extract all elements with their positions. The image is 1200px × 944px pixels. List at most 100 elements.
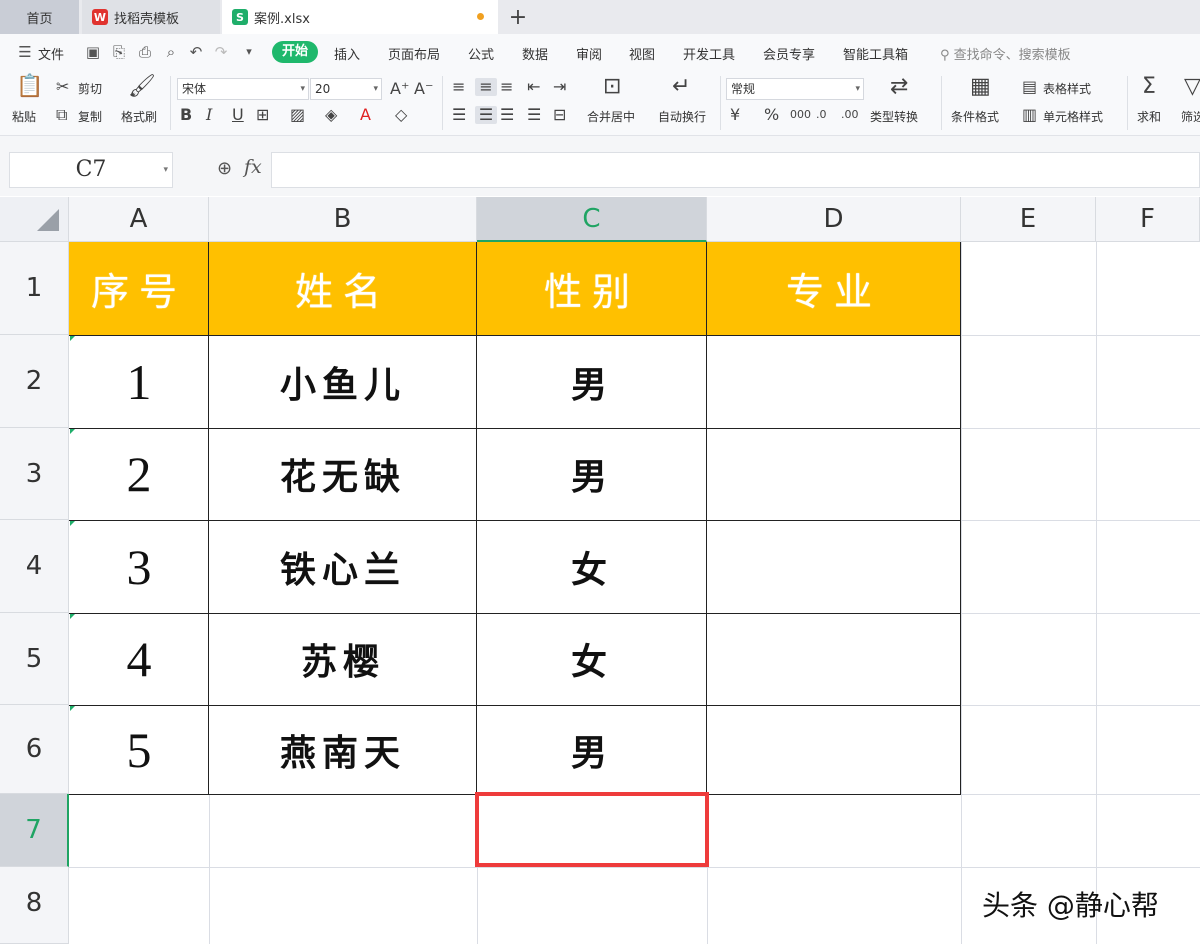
row-header-1[interactable]: 1 [0, 242, 69, 335]
column-header-b[interactable]: B [209, 197, 477, 242]
clear-format-icon[interactable]: ◇ [395, 106, 407, 124]
row-header-2[interactable]: 2 [0, 335, 69, 428]
fill-color-icon[interactable]: ◈ [325, 106, 337, 124]
cut-button[interactable]: 剪切 [78, 80, 102, 97]
menu-developer[interactable]: 开发工具 [683, 44, 735, 63]
font-size-select[interactable]: 20 ▾ [310, 78, 382, 100]
type-convert-button[interactable]: 类型转换 [870, 108, 918, 125]
increase-font-icon[interactable]: A⁺ [390, 80, 409, 98]
decrease-indent-icon[interactable]: ⇤ [527, 78, 540, 96]
type-convert-icon[interactable]: ⇄ [890, 74, 908, 99]
redo-icon[interactable]: ↷ [212, 43, 230, 61]
sum-icon[interactable]: Σ [1142, 74, 1156, 99]
cell-style-icon[interactable]: ▥ [1022, 106, 1037, 124]
cell-a1[interactable]: 序号 [69, 242, 209, 335]
paste-icon[interactable]: 📋 [16, 74, 43, 99]
justify-icon[interactable]: ☰ [527, 106, 541, 124]
cell-a4[interactable]: 3 [69, 520, 209, 613]
format-painter-button[interactable]: 格式刷 [121, 108, 157, 125]
formula-input[interactable] [271, 152, 1200, 188]
bold-button[interactable]: B [180, 106, 192, 124]
align-center-icon[interactable]: ☰ [475, 106, 497, 124]
cell-c4[interactable]: 女 [477, 520, 707, 613]
wrap-text-button[interactable]: 自动换行 [658, 108, 706, 125]
copy-button[interactable]: 复制 [78, 108, 102, 125]
column-header-d[interactable]: D [707, 197, 961, 242]
print-preview-icon[interactable]: ⌕ [162, 43, 180, 61]
cell-b6[interactable]: 燕南天 [209, 705, 477, 794]
cell-b4[interactable]: 铁心兰 [209, 520, 477, 613]
cell-c6[interactable]: 男 [477, 705, 707, 794]
increase-indent-icon[interactable]: ⇥ [553, 78, 566, 96]
number-format-select[interactable]: 常规 ▾ [726, 78, 864, 100]
cell-d6[interactable] [707, 705, 961, 794]
filter-icon[interactable]: ▽ [1184, 74, 1200, 99]
print-icon[interactable]: ⎙ [136, 43, 154, 61]
font-color-icon[interactable]: A [360, 106, 371, 124]
cell-c3[interactable]: 男 [477, 428, 707, 520]
font-name-select[interactable]: 宋体 ▾ [177, 78, 309, 100]
menu-smart-tools[interactable]: 智能工具箱 [843, 44, 908, 63]
align-bottom-icon[interactable]: ≡ [500, 78, 513, 96]
conditional-format-button[interactable]: 条件格式 [951, 108, 999, 125]
menu-member[interactable]: 会员专享 [763, 44, 815, 63]
cell-b3[interactable]: 花无缺 [209, 428, 477, 520]
menu-view[interactable]: 视图 [629, 44, 655, 63]
command-search[interactable]: ⚲ 查找命令、搜索模板 [940, 44, 1071, 63]
undo-icon[interactable]: ↶ [187, 43, 205, 61]
menu-formulas[interactable]: 公式 [468, 44, 494, 63]
format-painter-icon[interactable]: 🖌 [128, 74, 156, 99]
row-header-6[interactable]: 6 [0, 705, 69, 794]
column-header-a[interactable]: A [69, 197, 209, 242]
underline-button[interactable]: U [232, 106, 244, 124]
decrease-decimal-icon[interactable]: .00 [841, 106, 859, 124]
scissors-icon[interactable]: ✂ [56, 78, 69, 96]
currency-icon[interactable]: ¥ [730, 106, 740, 124]
cell-a3[interactable]: 2 [69, 428, 209, 520]
cell-b5[interactable]: 苏樱 [209, 613, 477, 705]
filter-button[interactable]: 筛选 [1181, 108, 1200, 125]
border-icon[interactable]: ⊞ [256, 106, 269, 124]
cell-a5[interactable]: 4 [69, 613, 209, 705]
save-icon[interactable]: ▣ [84, 43, 102, 61]
tab-home[interactable]: 首页 [0, 0, 79, 34]
decrease-font-icon[interactable]: A⁻ [414, 80, 433, 98]
column-header-e[interactable]: E [961, 197, 1096, 242]
menu-insert[interactable]: 插入 [334, 44, 360, 63]
percent-icon[interactable]: % [764, 106, 779, 124]
menu-file[interactable]: 文件 [38, 44, 64, 63]
cell-a2[interactable]: 1 [69, 335, 209, 428]
table-style-icon[interactable]: ▤ [1022, 78, 1037, 96]
row-header-8[interactable]: 8 [0, 867, 69, 944]
cell-b1[interactable]: 姓名 [209, 242, 477, 335]
insert-function-icon[interactable]: fx [244, 156, 262, 178]
menu-review[interactable]: 审阅 [576, 44, 602, 63]
tab-template-store[interactable]: W 找稻壳模板 [82, 0, 220, 34]
copy-icon[interactable]: ⧉ [56, 106, 67, 124]
align-left-icon[interactable]: ☰ [452, 106, 466, 124]
cell-a6[interactable]: 5 [69, 705, 209, 794]
cell-d4[interactable] [707, 520, 961, 613]
cell-style-button[interactable]: 单元格样式 [1043, 108, 1103, 125]
row-header-3[interactable]: 3 [0, 428, 69, 520]
cell-d2[interactable] [707, 335, 961, 428]
distributed-icon[interactable]: ⊟ [553, 106, 566, 124]
column-header-f[interactable]: F [1096, 197, 1200, 242]
menu-data[interactable]: 数据 [522, 44, 548, 63]
align-top-icon[interactable]: ≡ [452, 78, 465, 96]
menu-start[interactable]: 开始 [272, 41, 318, 63]
menu-page-layout[interactable]: 页面布局 [388, 44, 440, 63]
hamburger-menu-icon[interactable]: ☰ [16, 43, 34, 61]
cell-d1[interactable]: 专业 [707, 242, 961, 335]
cell-c1[interactable]: 性别 [477, 242, 707, 335]
align-middle-icon[interactable]: ≡ [475, 78, 497, 96]
tab-file[interactable]: S 案例.xlsx [222, 0, 498, 34]
quick-access-dropdown-icon[interactable]: ▾ [240, 43, 258, 61]
column-header-c[interactable]: C [477, 197, 707, 242]
cell-c2[interactable]: 男 [477, 335, 707, 428]
merge-center-button[interactable]: 合并居中 [587, 108, 635, 125]
align-right-icon[interactable]: ☰ [500, 106, 514, 124]
cell-d5[interactable] [707, 613, 961, 705]
conditional-format-icon[interactable]: ▦ [970, 74, 991, 99]
paste-button[interactable]: 粘贴 [12, 108, 36, 125]
